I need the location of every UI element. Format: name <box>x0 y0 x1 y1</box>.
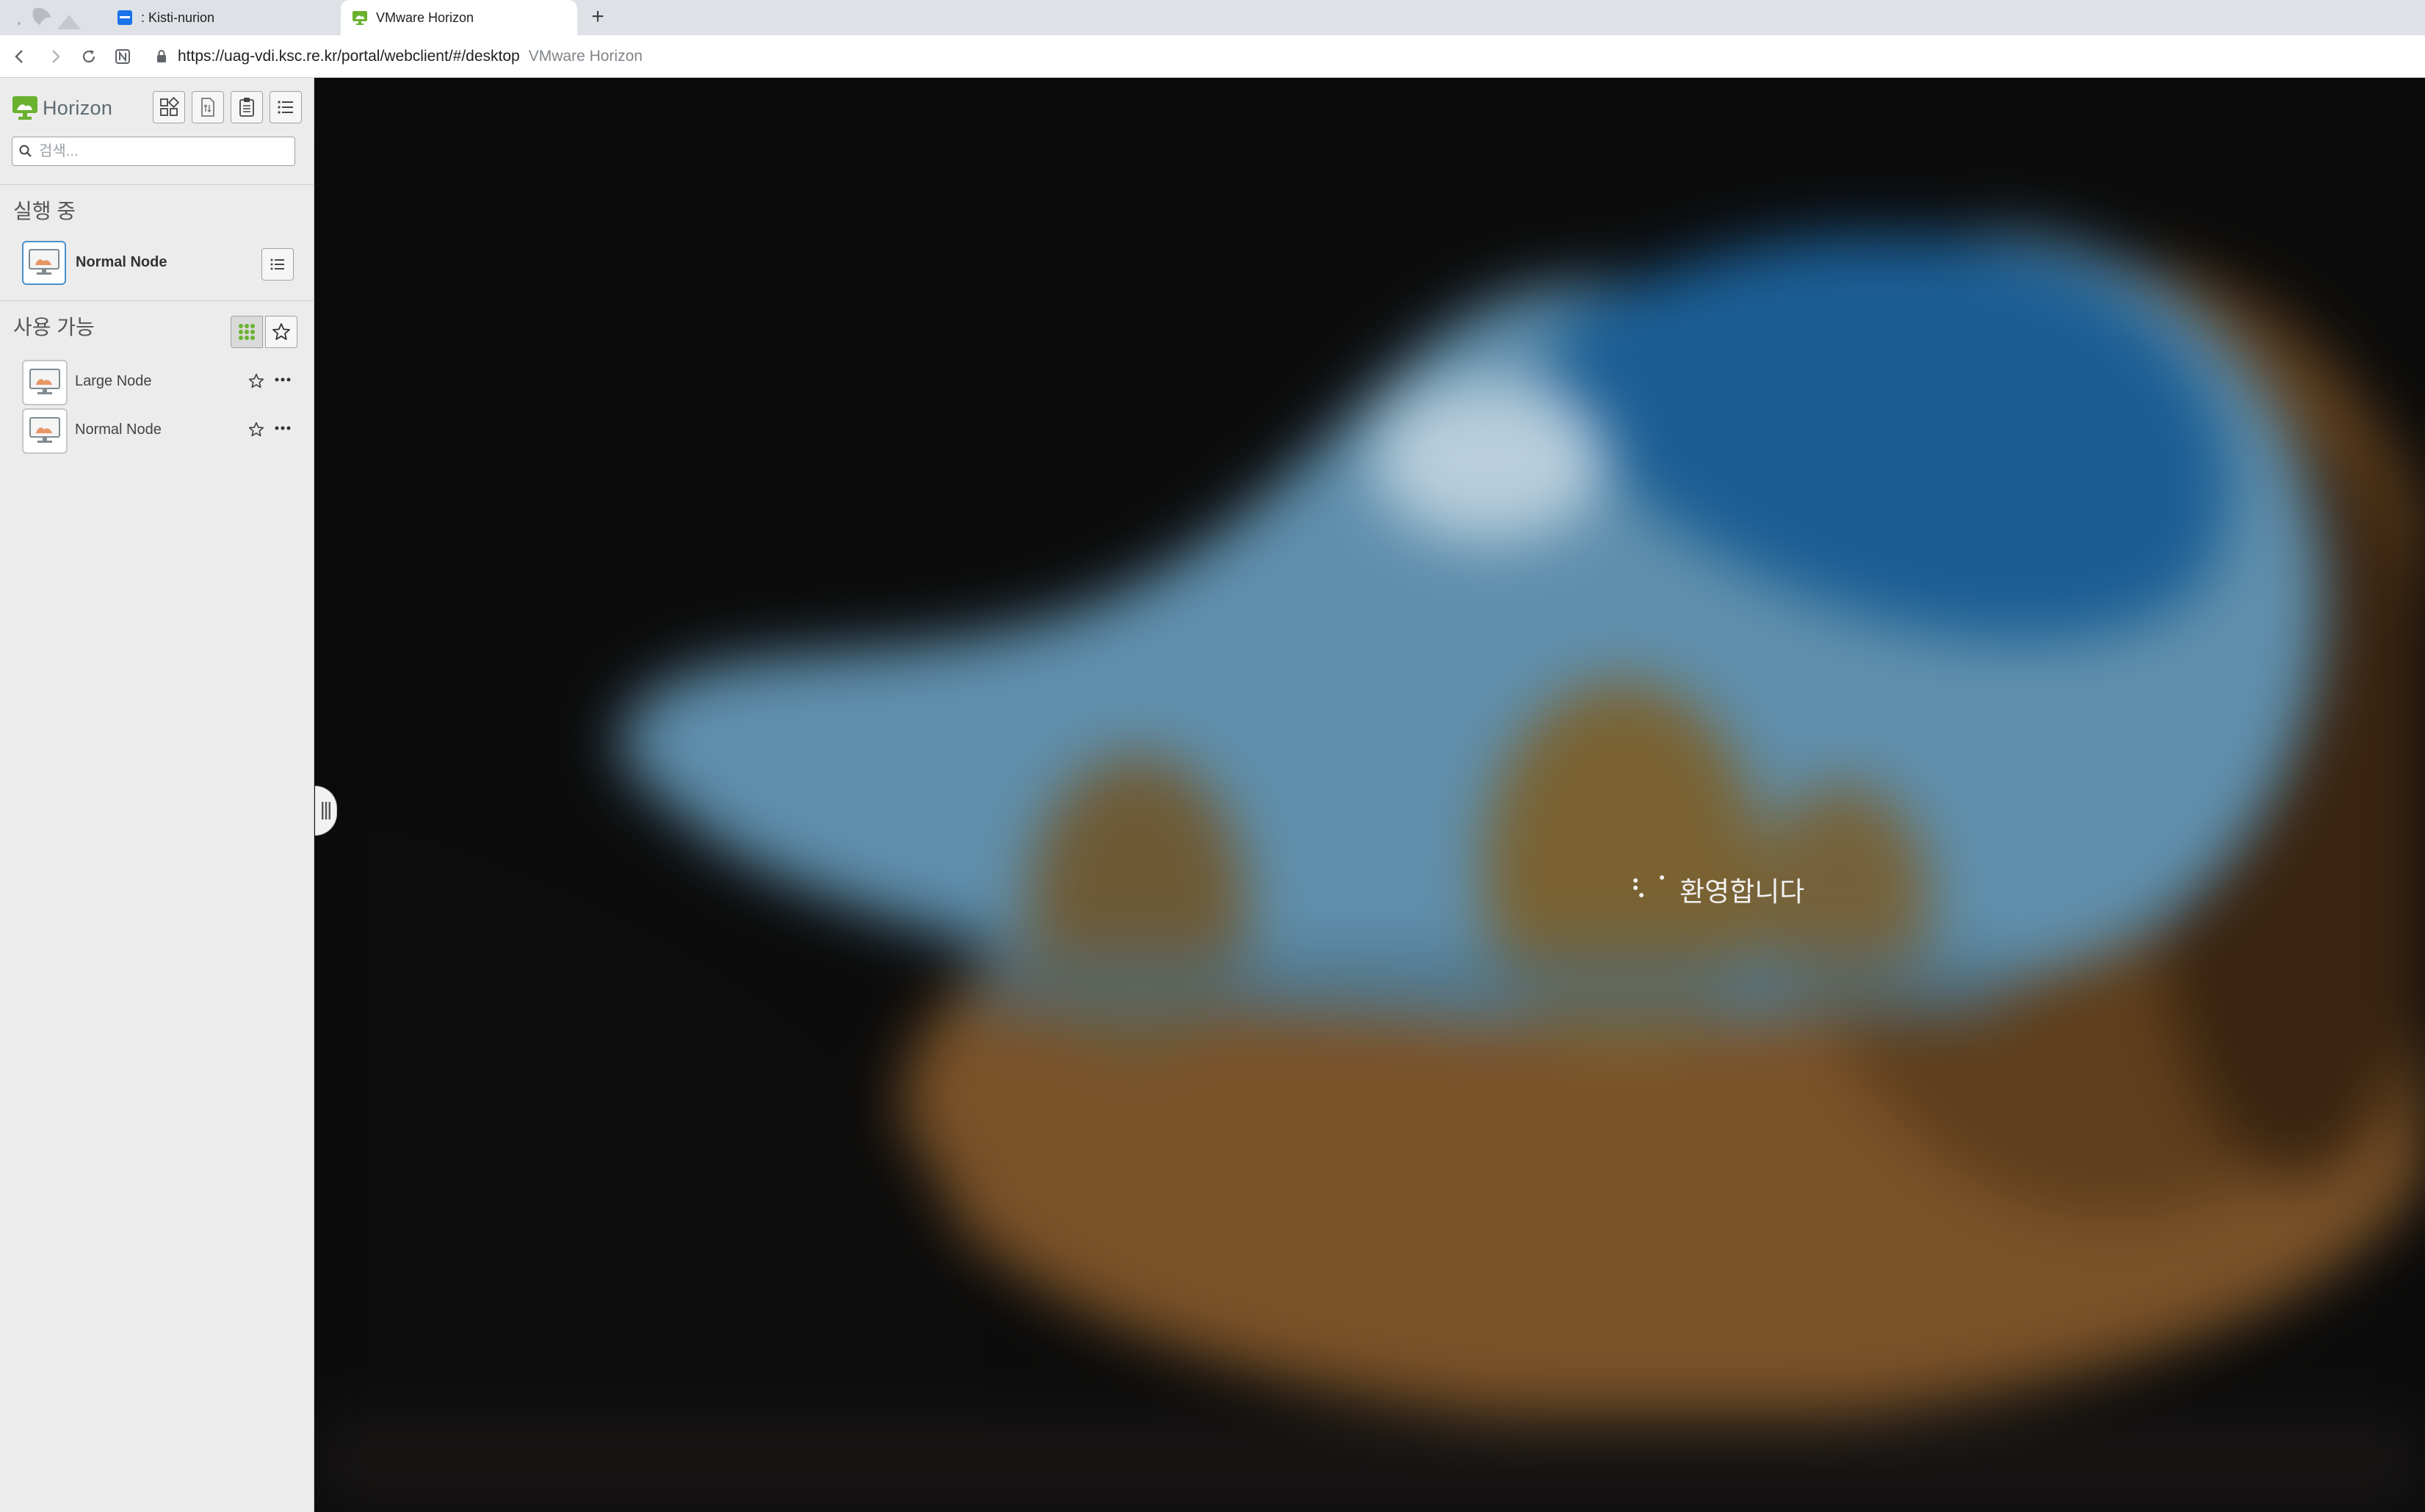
clipboard-icon <box>239 98 254 117</box>
url-text: https://uag-vdi.ksc.re.kr/portal/webclie… <box>178 48 520 65</box>
forward-arrow-icon <box>52 50 60 63</box>
remote-desktop-canvas[interactable]: 환영합니다 <box>315 78 2425 1512</box>
file-transfer-button[interactable] <box>192 91 224 123</box>
more-options-button[interactable] <box>272 370 294 389</box>
address-bar[interactable]: https://uag-vdi.ksc.re.kr/portal/webclie… <box>156 44 643 69</box>
desktop-pool-icon <box>29 249 59 275</box>
favorite-toggle-button[interactable] <box>247 420 266 439</box>
loading-spinner-icon <box>1633 875 1664 897</box>
running-item-menu-button[interactable] <box>261 248 294 281</box>
search-field[interactable] <box>12 137 295 166</box>
desktop-pool-icon <box>29 417 60 443</box>
login-status: 환영합니다 <box>1631 869 1804 909</box>
desktop-icon <box>22 408 68 454</box>
back-arrow-icon <box>15 50 23 63</box>
tab-title: : Kisti-nurion <box>141 10 215 25</box>
ellipsis-icon <box>275 377 291 382</box>
notion-icon <box>115 49 130 64</box>
desktop-wallpaper-image <box>315 78 2425 1512</box>
available-section-title: 사용 가능 <box>13 316 95 339</box>
horizon-logo: Horizon <box>12 95 112 120</box>
desktop-icon <box>22 241 66 285</box>
available-desktop-item[interactable]: Normal Node <box>22 408 301 455</box>
desktop-icon <box>22 360 68 405</box>
file-transfer-icon <box>201 98 214 117</box>
horizon-logo-icon <box>12 96 37 120</box>
browser-toolbar: https://uag-vdi.ksc.re.kr/portal/webclie… <box>0 35 2425 78</box>
notion-extension-button[interactable] <box>110 44 135 69</box>
lock-icon <box>157 50 166 62</box>
more-options-button[interactable] <box>272 419 294 438</box>
brand-name: Horizon <box>43 96 113 119</box>
desktop-pool-icon <box>29 369 60 394</box>
forward-button[interactable] <box>43 44 68 69</box>
horizon-favicon-icon <box>353 11 367 25</box>
star-icon <box>248 373 264 388</box>
menu-button[interactable] <box>270 91 302 123</box>
running-section-title: 실행 중 <box>13 200 76 223</box>
tab-title: VMware Horizon <box>376 10 474 25</box>
tab-kisti-nurion[interactable]: : Kisti-nurion <box>110 0 338 35</box>
horizon-sidebar: Horizon 검색... 실행 중 Normal Node 사용 가능 Lar… <box>0 78 314 1512</box>
reload-icon <box>82 50 95 63</box>
star-icon <box>248 422 264 437</box>
grid-icon <box>239 324 255 340</box>
back-button[interactable] <box>7 44 32 69</box>
sidebar-divider <box>0 300 314 301</box>
list-menu-icon <box>270 258 284 270</box>
kisti-favicon-icon <box>118 10 132 25</box>
available-item-label: Large Node <box>75 373 152 389</box>
drag-handle-icon <box>321 802 330 820</box>
search-input[interactable] <box>37 142 275 161</box>
tab-vmware-horizon[interactable]: VMware Horizon <box>341 0 577 35</box>
available-item-label: Normal Node <box>75 422 162 438</box>
star-icon <box>272 323 290 340</box>
search-icon <box>19 145 32 157</box>
grid-view-button[interactable] <box>231 316 263 348</box>
sidebar-divider <box>0 184 314 185</box>
clipboard-button[interactable] <box>231 91 263 123</box>
favorites-view-button[interactable] <box>265 316 297 348</box>
browser-profile-icon <box>18 7 81 29</box>
favorite-toggle-button[interactable] <box>247 372 266 391</box>
reload-button[interactable] <box>76 44 101 69</box>
available-desktop-item[interactable]: Large Node <box>22 360 301 407</box>
welcome-text: 환영합니다 <box>1680 876 1805 908</box>
page-title-text: VMware Horizon <box>528 48 643 65</box>
browser-tab-bar: : Kisti-nurion VMware Horizon + <box>0 0 2425 35</box>
ellipsis-icon <box>275 426 291 430</box>
app-switcher-button[interactable] <box>153 91 185 123</box>
new-tab-button[interactable]: + <box>586 6 610 29</box>
list-menu-icon <box>278 101 293 114</box>
apps-grid-icon <box>160 97 179 116</box>
running-item-label: Normal Node <box>76 254 167 270</box>
running-desktop-item[interactable]: Normal Node <box>22 241 301 288</box>
